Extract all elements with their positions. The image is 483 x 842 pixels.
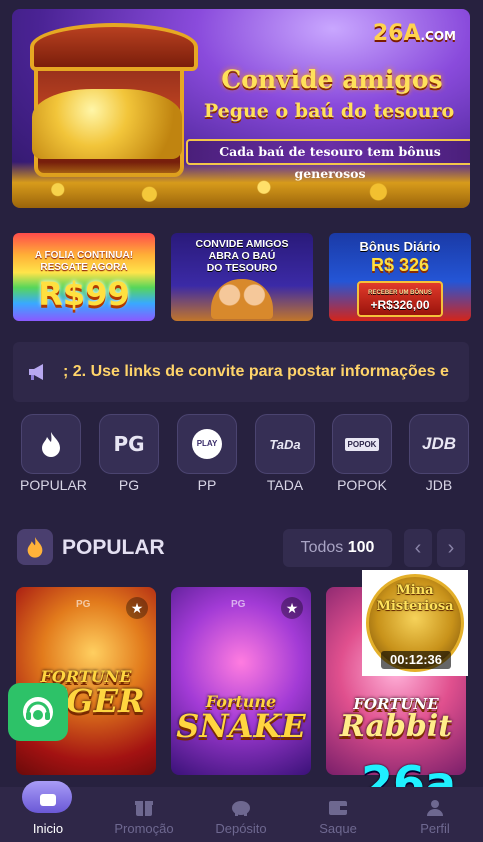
popok-logo-icon: POPOK — [332, 414, 392, 474]
next-arrow-button[interactable]: › — [437, 529, 465, 567]
game-card-fortune-tiger[interactable]: PG ★ FORTUNE TIGER — [16, 587, 156, 775]
favorite-star-icon[interactable]: ★ — [281, 597, 303, 619]
mina-timer: 00:12:36 — [381, 651, 451, 669]
promo-card-folia[interactable]: A FOLIA CONTINUA! RESGATE AGORA R$99 — [13, 233, 155, 321]
category-label: JDB — [425, 477, 453, 493]
todos-button[interactable]: Todos 100 — [283, 529, 392, 567]
brand-logo: 26A.COM — [372, 21, 456, 46]
hero-banner[interactable]: 26A.COM Convide amigos Pegue o baú do te… — [12, 9, 470, 208]
nav-label: Promoção — [114, 821, 174, 836]
promo-line: DO TESOURO — [206, 262, 278, 274]
home-icon — [40, 794, 56, 806]
prev-arrow-button[interactable]: ‹ — [404, 529, 432, 567]
nav-label: Inicio — [32, 821, 64, 836]
wallet-icon — [329, 801, 347, 815]
piggy-bank-icon — [232, 801, 250, 816]
provider-mark: PG — [231, 599, 246, 610]
coins-image — [12, 162, 470, 208]
category-popular[interactable]: POPULAR — [20, 414, 87, 493]
promo-card-bonus-diario[interactable]: Bônus Diário R$ 326 RECEBER UM BÔNUS +R$… — [329, 233, 471, 321]
nav-perfil[interactable]: Perfil — [387, 787, 483, 842]
pp-play-icon: PLAY — [177, 414, 237, 474]
mina-cart-image: Mina Misteriosa 00:12:36 — [366, 574, 464, 672]
category-pg[interactable]: PG PG — [98, 414, 160, 493]
mina-title-line: Mina — [396, 583, 434, 598]
category-pp[interactable]: PLAY PP — [176, 414, 238, 493]
pg-logo-icon: PG — [99, 414, 159, 474]
nav-label: Saque — [319, 821, 357, 836]
headset-icon — [23, 697, 53, 727]
nav-saque[interactable]: Saque — [290, 787, 386, 842]
category-label: POPULAR — [20, 477, 87, 493]
jdb-logo-icon: JDB — [409, 414, 469, 474]
category-tada[interactable]: TaDa TADA — [254, 414, 316, 493]
promo-line: ABRA O BAÚ — [208, 250, 276, 262]
category-label: PG — [118, 477, 140, 493]
category-jdb[interactable]: JDB JDB — [408, 414, 470, 493]
favorite-star-icon[interactable]: ★ — [126, 597, 148, 619]
game-title-bottom: Rabbit — [339, 709, 453, 744]
user-icon — [427, 800, 443, 816]
hero-pill-text: Cada baú de tesouro tem bônus generosos — [186, 139, 470, 181]
promo-small: RECEBER UM BÔNUS — [368, 290, 432, 296]
gift-icon — [135, 801, 153, 816]
promo-line: A FOLIA CONTINUA! — [34, 250, 134, 261]
provider-mark: PG — [76, 599, 91, 610]
marquee-text: ; 2. Use links de convite para postar in… — [63, 363, 449, 380]
nav-deposito[interactable]: Depósito — [193, 787, 289, 842]
nav-label: Perfil — [420, 821, 450, 836]
hero-subheadline: Pegue o baú do tesouro — [203, 100, 455, 122]
promo-amount: R$ 326 — [370, 255, 430, 275]
section-title: POPULAR — [62, 536, 165, 559]
promo-title: Bônus Diário — [359, 239, 441, 254]
support-chat-button[interactable] — [8, 683, 68, 741]
nav-label: Depósito — [215, 821, 267, 836]
hero-headline: Convide amigos — [221, 65, 443, 94]
promo-bonus: +R$326,00 — [370, 298, 430, 312]
tada-logo-icon: TaDa — [255, 414, 315, 474]
category-popok[interactable]: POPOK POPOK — [331, 414, 393, 493]
mina-misteriosa-widget[interactable]: Mina Misteriosa 00:12:36 — [362, 570, 468, 676]
mina-title-line: Misteriosa — [376, 599, 454, 614]
game-title-bottom: SNAKE — [176, 707, 306, 745]
category-label: PP — [197, 477, 217, 493]
category-label: POPOK — [337, 477, 387, 493]
promo-line: CONVIDE AMIGOS — [195, 238, 289, 250]
game-card-fortune-snake[interactable]: PG ★ Fortune SNAKE — [171, 587, 311, 775]
characters-image — [211, 279, 273, 319]
announcement-marquee[interactable]: ; 2. Use links de convite para postar in… — [13, 342, 469, 402]
bottom-navigation: Inicio Promoção Depósito Saque Perfil — [0, 781, 483, 842]
megaphone-icon — [29, 364, 43, 380]
promo-card-convide[interactable]: CONVIDE AMIGOS ABRA O BAÚ DO TESOURO — [171, 233, 313, 321]
gold-pile-image — [32, 89, 182, 159]
nav-inicio[interactable]: Inicio — [0, 781, 96, 842]
section-flame-icon — [17, 529, 53, 565]
category-label: TADA — [266, 477, 304, 493]
promo-amount: R$99 — [38, 275, 130, 313]
flame-icon — [21, 414, 81, 474]
nav-promocao[interactable]: Promoção — [96, 787, 192, 842]
promo-line: RESGATE AGORA — [40, 262, 128, 273]
